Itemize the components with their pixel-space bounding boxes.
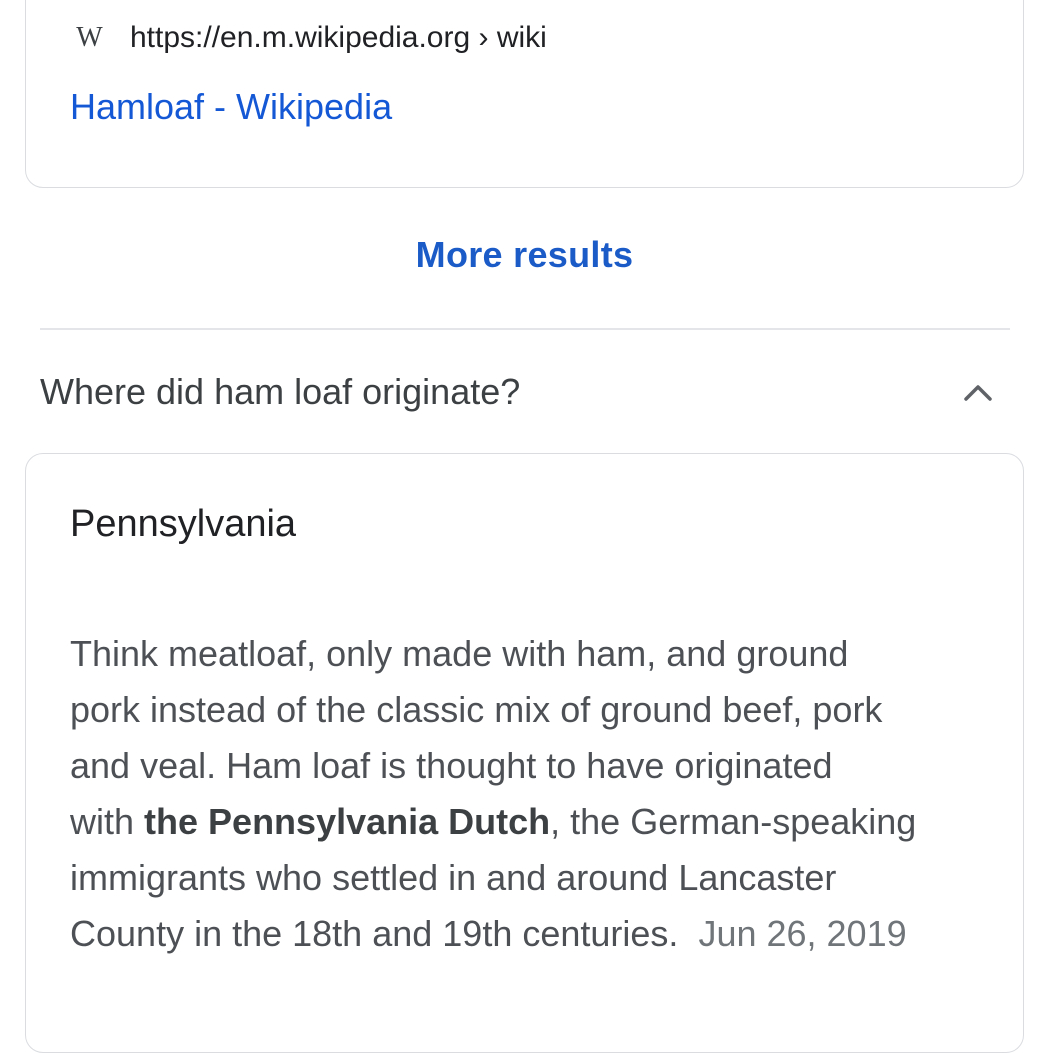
divider bbox=[40, 328, 1010, 330]
answer-date: Jun 26, 2019 bbox=[698, 913, 907, 954]
result-source[interactable]: W https://en.m.wikipedia.org › wiki bbox=[70, 18, 547, 58]
more-results-link[interactable]: More results bbox=[0, 234, 1049, 276]
answer-line: and veal. Ham loaf is thought to have or… bbox=[70, 745, 833, 786]
answer-snippet: Think meatloaf, only made with ham, and … bbox=[70, 626, 1000, 962]
related-question-toggle[interactable]: Where did ham loaf originate? bbox=[40, 360, 1010, 424]
answer-line-end: County in the 18th and 19th centuries. bbox=[70, 913, 679, 954]
answer-bold-phrase: the Pennsylvania Dutch bbox=[144, 801, 551, 842]
wikipedia-icon: W bbox=[76, 22, 102, 53]
chevron-up-icon[interactable] bbox=[958, 372, 998, 412]
answer-line: Think meatloaf, only made with ham, and … bbox=[70, 633, 849, 674]
answer-line: with the Pennsylvania Dutch, the German-… bbox=[70, 794, 1000, 850]
answer-line-start: with bbox=[70, 801, 145, 842]
answer-line: pork instead of the classic mix of groun… bbox=[70, 689, 883, 730]
source-url: https://en.m.wikipedia.org › wiki bbox=[130, 21, 547, 54]
result-title-link[interactable]: Hamloaf - Wikipedia bbox=[70, 86, 392, 128]
answer-line: immigrants who settled in and around Lan… bbox=[70, 857, 837, 898]
answer-line: County in the 18th and 19th centuries. J… bbox=[70, 906, 1000, 962]
answer-heading: Pennsylvania bbox=[70, 503, 297, 545]
answer-line-tail: , the German-speaking bbox=[550, 801, 917, 842]
question-text: Where did ham loaf originate? bbox=[40, 371, 521, 412]
